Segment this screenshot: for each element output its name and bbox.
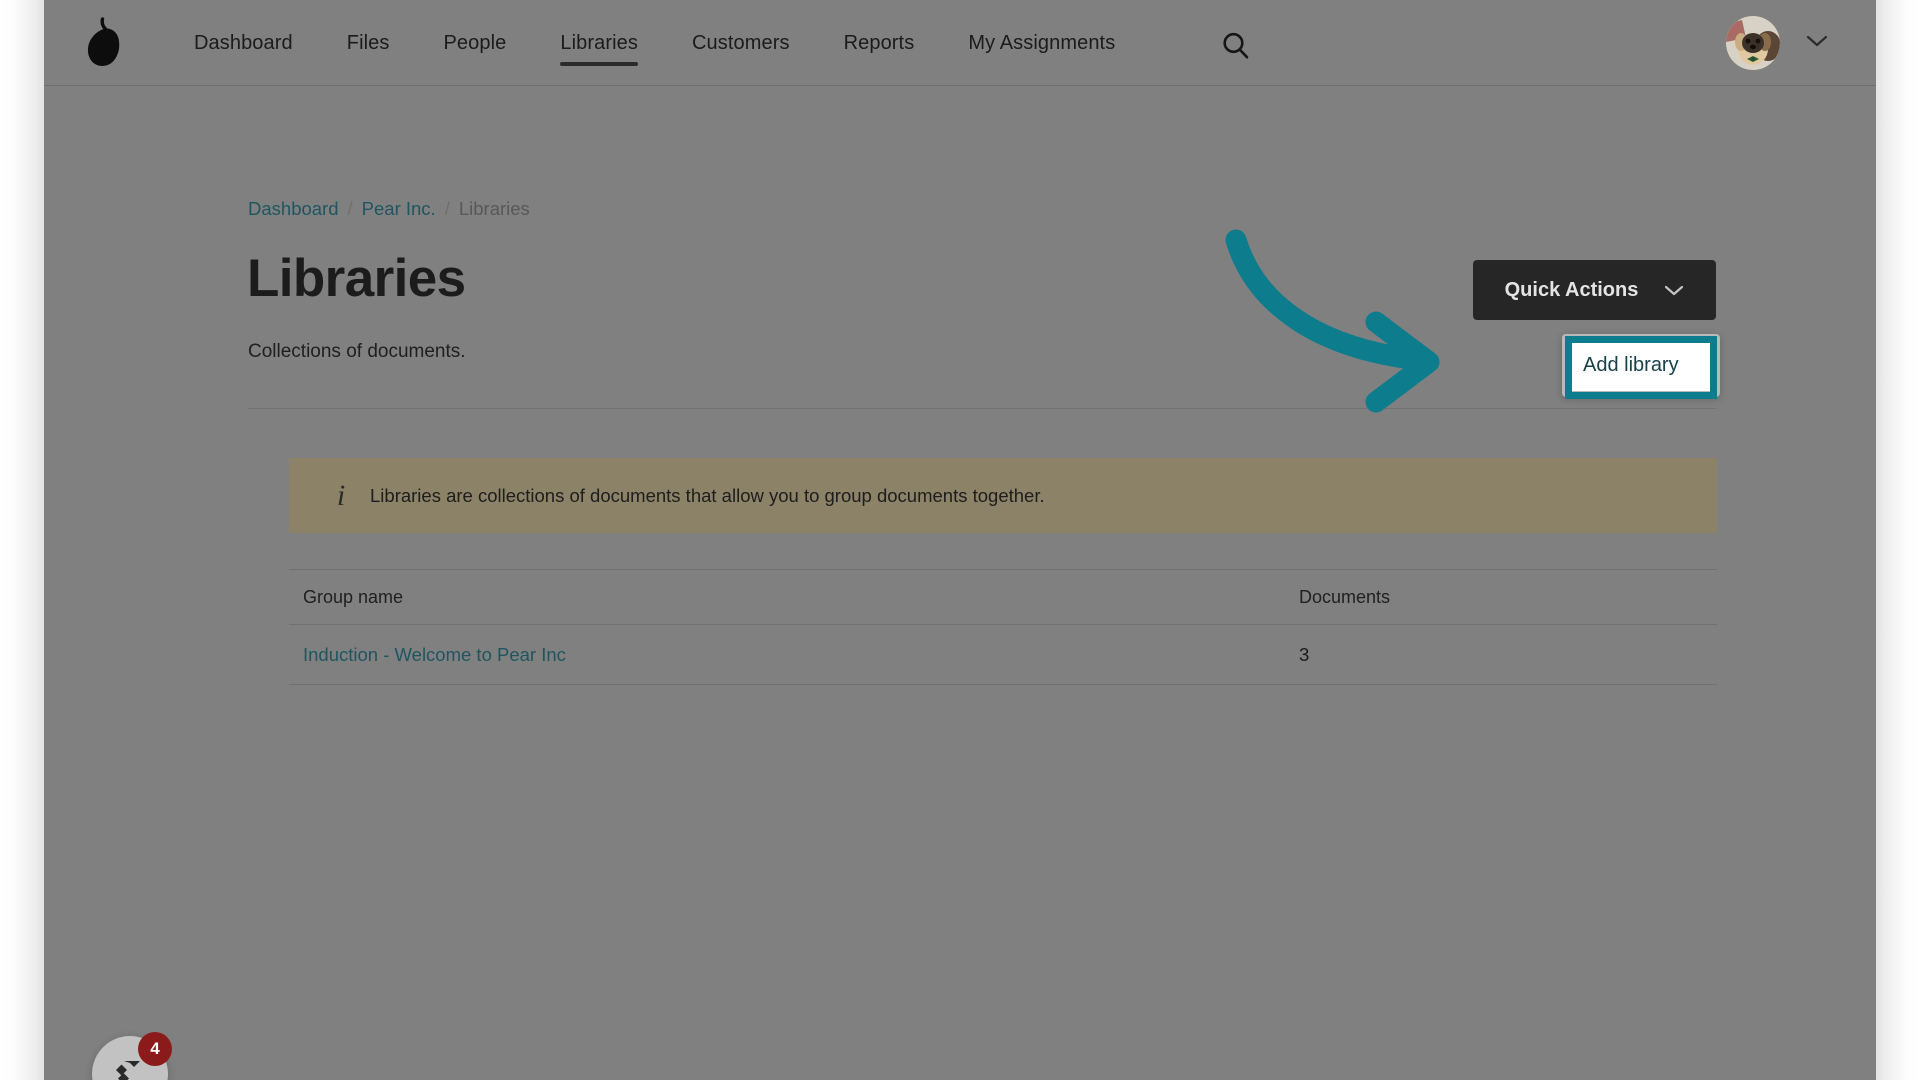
nav-item-label: Libraries bbox=[560, 31, 638, 54]
nav-links: Dashboard Files People Libraries Custome… bbox=[194, 0, 1169, 86]
pear-logo-icon[interactable] bbox=[77, 16, 131, 70]
left-gutter bbox=[0, 0, 44, 1080]
notification-badge: 4 bbox=[138, 1032, 172, 1066]
table-header-row: Group name Documents bbox=[289, 569, 1717, 625]
nav-item-label: People bbox=[443, 31, 507, 54]
info-banner-text: Libraries are collections of documents t… bbox=[370, 484, 1045, 506]
libraries-table: Group name Documents Induction - Welcome… bbox=[289, 569, 1717, 685]
library-link[interactable]: Induction - Welcome to Pear Inc bbox=[303, 644, 566, 665]
chevron-down-icon bbox=[1664, 284, 1684, 297]
column-header-group-name: Group name bbox=[303, 586, 404, 607]
nav-item-customers[interactable]: Customers bbox=[692, 0, 790, 86]
breadcrumb-item-pear-inc[interactable]: Pear Inc. bbox=[362, 198, 436, 220]
breadcrumb-item-libraries: Libraries bbox=[458, 198, 530, 219]
nav-item-people[interactable]: People bbox=[443, 0, 506, 86]
menu-item-add-library[interactable]: Add library bbox=[1567, 340, 1715, 391]
nav-item-files[interactable]: Files bbox=[347, 0, 390, 86]
cell-group-name: Induction - Welcome to Pear Inc bbox=[289, 644, 1299, 666]
main-content: Dashboard / Pear Inc. / Libraries Librar… bbox=[44, 86, 1876, 1080]
breadcrumb: Dashboard / Pear Inc. / Libraries bbox=[248, 198, 530, 220]
column-header-documents: Documents bbox=[1299, 586, 1391, 607]
nav-item-label: Customers bbox=[691, 31, 790, 54]
breadcrumb-separator: / bbox=[444, 198, 450, 219]
header-divider bbox=[248, 408, 1716, 409]
nav-item-label: Reports bbox=[843, 31, 915, 54]
nav-item-reports[interactable]: Reports bbox=[844, 0, 915, 86]
nav-item-label: Dashboard bbox=[194, 31, 293, 54]
top-navigation-bar: Dashboard Files People Libraries Custome… bbox=[44, 0, 1876, 86]
chevron-down-icon[interactable] bbox=[1806, 34, 1828, 53]
app-page: Dashboard Files People Libraries Custome… bbox=[44, 0, 1876, 1080]
profile-area bbox=[1726, 0, 1828, 86]
cell-documents: 3 bbox=[1299, 643, 1310, 665]
menu-item-label: Add library bbox=[1583, 354, 1679, 376]
quick-actions-menu: Add library bbox=[1562, 334, 1720, 397]
nav-item-label: Files bbox=[346, 31, 390, 54]
quick-actions-button[interactable]: Quick Actions bbox=[1473, 260, 1716, 320]
right-gutter bbox=[1876, 0, 1920, 1080]
table-row[interactable]: Induction - Welcome to Pear Inc 3 bbox=[289, 625, 1717, 685]
info-banner: i Libraries are collections of documents… bbox=[289, 458, 1717, 533]
nav-item-label: My Assignments bbox=[968, 31, 1116, 54]
search-icon[interactable] bbox=[1219, 29, 1253, 63]
page-title: Libraries bbox=[247, 249, 466, 308]
avatar[interactable] bbox=[1726, 16, 1780, 70]
nav-item-dashboard[interactable]: Dashboard bbox=[194, 0, 293, 86]
quick-actions-label: Quick Actions bbox=[1504, 278, 1639, 301]
info-icon: i bbox=[336, 478, 346, 512]
nav-item-libraries[interactable]: Libraries bbox=[560, 0, 638, 86]
chat-help-widget[interactable]: 4 bbox=[92, 1032, 172, 1080]
screenshot-frame: Dashboard Files People Libraries Custome… bbox=[0, 0, 1920, 1080]
page-subtitle: Collections of documents. bbox=[248, 341, 466, 362]
nav-item-my-assignments[interactable]: My Assignments bbox=[968, 0, 1115, 86]
breadcrumb-item-dashboard[interactable]: Dashboard bbox=[248, 198, 339, 220]
breadcrumb-separator: / bbox=[347, 198, 353, 219]
